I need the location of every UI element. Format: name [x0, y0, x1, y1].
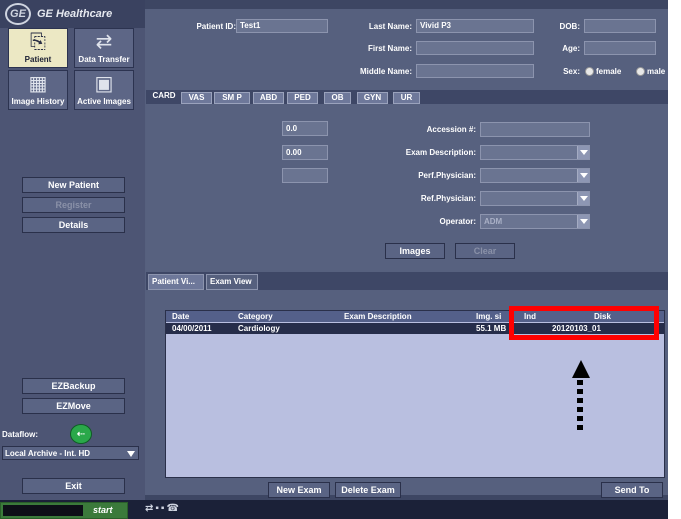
nav-label: Image History	[11, 97, 65, 106]
measurement-field-1[interactable]: 0.0	[282, 121, 328, 136]
operator-value: ADM	[484, 217, 503, 226]
age-label: Age:	[562, 44, 580, 53]
column-img-size[interactable]: Img. si	[476, 311, 501, 322]
patient-icon: ⎘	[30, 31, 46, 53]
cell-category: Cardiology	[238, 324, 280, 333]
nav-image-history[interactable]: ▦ Image History	[8, 70, 68, 110]
accession-field[interactable]	[480, 122, 590, 137]
tab-vas[interactable]: VAS	[181, 92, 212, 104]
patient-id-field[interactable]: Test1	[236, 19, 328, 33]
dataflow-status-icon[interactable]: ⇠	[70, 424, 92, 444]
chevron-down-icon	[577, 146, 589, 159]
column-category[interactable]: Category	[238, 311, 273, 322]
delete-exam-button[interactable]: Delete Exam	[335, 482, 401, 498]
tab-exam-view[interactable]: Exam View	[206, 274, 258, 290]
tab-card[interactable]: CARD	[149, 90, 179, 104]
brand-logo: GE GE Healthcare	[0, 0, 145, 28]
tab-ped[interactable]: PED	[287, 92, 318, 104]
patient-id-label: Patient ID:	[196, 22, 236, 31]
images-button[interactable]: Images	[385, 243, 445, 259]
tab-gyn[interactable]: GYN	[357, 92, 388, 104]
tab-patient-view[interactable]: Patient Vi...	[148, 274, 204, 290]
sex-male-radio[interactable]	[636, 67, 645, 76]
new-patient-button[interactable]: New Patient	[22, 177, 125, 193]
nav-label: Patient	[24, 55, 52, 64]
tab-ob[interactable]: OB	[324, 92, 351, 104]
nav-patient[interactable]: ⎘ Patient	[8, 28, 68, 68]
operator-label: Operator:	[439, 217, 476, 226]
dotted-line	[577, 380, 583, 432]
brand-name: GE Healthcare	[37, 8, 113, 20]
chevron-down-icon	[577, 192, 589, 205]
data-transfer-icon: ⇄	[95, 31, 113, 53]
perf-physician-select[interactable]	[480, 168, 590, 183]
cell-date: 04/00/2011	[172, 324, 212, 333]
middle-name-label: Middle Name:	[359, 67, 412, 76]
nav-active-images[interactable]: ▣ Active Images	[74, 70, 134, 110]
operator-select[interactable]: ADM	[480, 214, 590, 229]
system-tray-icons: ⇄▪▪☎	[145, 503, 181, 514]
left-panel: GE GE Healthcare ⎘ Patient ⇄ Data Transf…	[0, 0, 145, 500]
dataflow-label: Dataflow:	[2, 430, 38, 439]
age-field[interactable]	[584, 41, 656, 55]
dataflow-value: Local Archive - Int. HD	[5, 448, 91, 458]
nav-data-transfer[interactable]: ⇄ Data Transfer	[74, 28, 134, 68]
sex-female-label: female	[596, 67, 622, 76]
sex-female-radio[interactable]	[585, 67, 594, 76]
last-name-label: Last Name:	[368, 22, 412, 31]
start-label: start	[93, 505, 113, 515]
ge-logo-icon: GE	[5, 3, 31, 25]
first-name-field[interactable]	[416, 41, 534, 55]
dataflow-select[interactable]: Local Archive - Int. HD	[2, 446, 139, 460]
clear-button[interactable]: Clear	[455, 243, 515, 259]
register-button[interactable]: Register	[22, 197, 125, 213]
tab-smp[interactable]: SM P	[214, 92, 250, 104]
ref-physician-select[interactable]	[480, 191, 590, 206]
nav-label: Data Transfer	[78, 55, 130, 64]
sex-male-label: male	[647, 67, 666, 76]
cell-img-size: 55.1 MB	[476, 324, 507, 333]
dob-label: DOB:	[559, 22, 580, 31]
chevron-down-icon	[127, 451, 135, 457]
column-date[interactable]: Date	[172, 311, 189, 322]
ezmove-button[interactable]: EZMove	[22, 398, 125, 414]
image-history-icon: ▦	[28, 73, 48, 95]
active-images-icon: ▣	[94, 73, 114, 95]
tab-ur[interactable]: UR	[393, 92, 420, 104]
chevron-down-icon	[577, 169, 589, 182]
start-button[interactable]: start	[0, 502, 128, 519]
arrow-up-icon	[572, 360, 590, 378]
tab-abd[interactable]: ABD	[253, 92, 284, 104]
measurement-field-2[interactable]: 0.00	[282, 145, 328, 160]
nav-label: Active Images	[77, 97, 131, 106]
taskbar-field	[3, 505, 83, 516]
column-exam-description[interactable]: Exam Description	[344, 311, 412, 322]
exam-description-label: Exam Description:	[405, 148, 476, 157]
new-exam-button[interactable]: New Exam	[268, 482, 330, 498]
ezbackup-button[interactable]: EZBackup	[22, 378, 125, 394]
sex-label: Sex:	[563, 67, 580, 76]
dob-field[interactable]	[584, 19, 656, 33]
middle-name-field[interactable]	[416, 64, 534, 78]
perf-physician-label: Perf.Physician:	[418, 171, 476, 180]
measurement-field-3[interactable]	[282, 168, 328, 183]
details-button[interactable]: Details	[22, 217, 125, 233]
highlight-box	[509, 306, 659, 340]
ref-physician-label: Ref.Physician:	[420, 194, 476, 203]
chevron-down-icon	[577, 215, 589, 228]
last-name-field[interactable]: Vivid P3	[416, 19, 534, 33]
exit-button[interactable]: Exit	[22, 478, 125, 494]
send-to-button[interactable]: Send To	[601, 482, 663, 498]
first-name-label: First Name:	[367, 44, 412, 53]
accession-label: Accession #:	[426, 125, 476, 134]
exam-description-select[interactable]	[480, 145, 590, 160]
